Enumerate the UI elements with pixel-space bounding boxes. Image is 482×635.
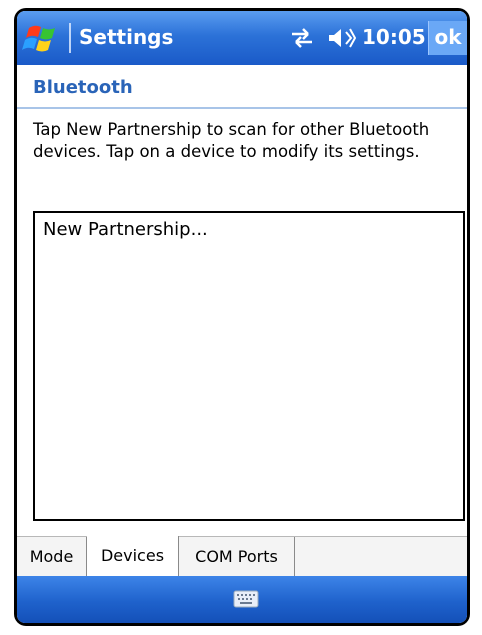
list-item-new-partnership[interactable]: New Partnership... <box>43 219 208 240</box>
tab-com-ports[interactable]: COM Ports <box>179 537 295 577</box>
tab-mode[interactable]: Mode <box>17 537 87 577</box>
tab-strip: Mode Devices COM Ports <box>17 536 467 578</box>
page-header: Bluetooth <box>17 65 467 109</box>
tab-devices[interactable]: Devices <box>87 536 179 578</box>
app-title: Settings <box>79 25 174 49</box>
connectivity-icon[interactable] <box>288 27 316 49</box>
header-divider <box>17 107 467 109</box>
device-frame: Settings 10:05 ok Bluetooth Tap New Part… <box>14 8 470 626</box>
instructions-text: Tap New Partnership to scan for other Bl… <box>33 120 430 161</box>
title-separator <box>69 23 71 53</box>
devices-list[interactable]: New Partnership... <box>33 211 465 521</box>
menu-bar <box>17 576 467 623</box>
keyboard-icon[interactable] <box>233 590 259 608</box>
title-bar: Settings 10:05 ok <box>17 11 467 65</box>
ok-button[interactable]: ok <box>428 21 467 55</box>
windows-start-icon[interactable] <box>21 20 69 56</box>
page-title: Bluetooth <box>33 77 133 98</box>
volume-icon[interactable] <box>326 26 357 50</box>
clock[interactable]: 10:05 <box>362 25 426 49</box>
screen: Settings 10:05 ok Bluetooth Tap New Part… <box>17 11 467 623</box>
